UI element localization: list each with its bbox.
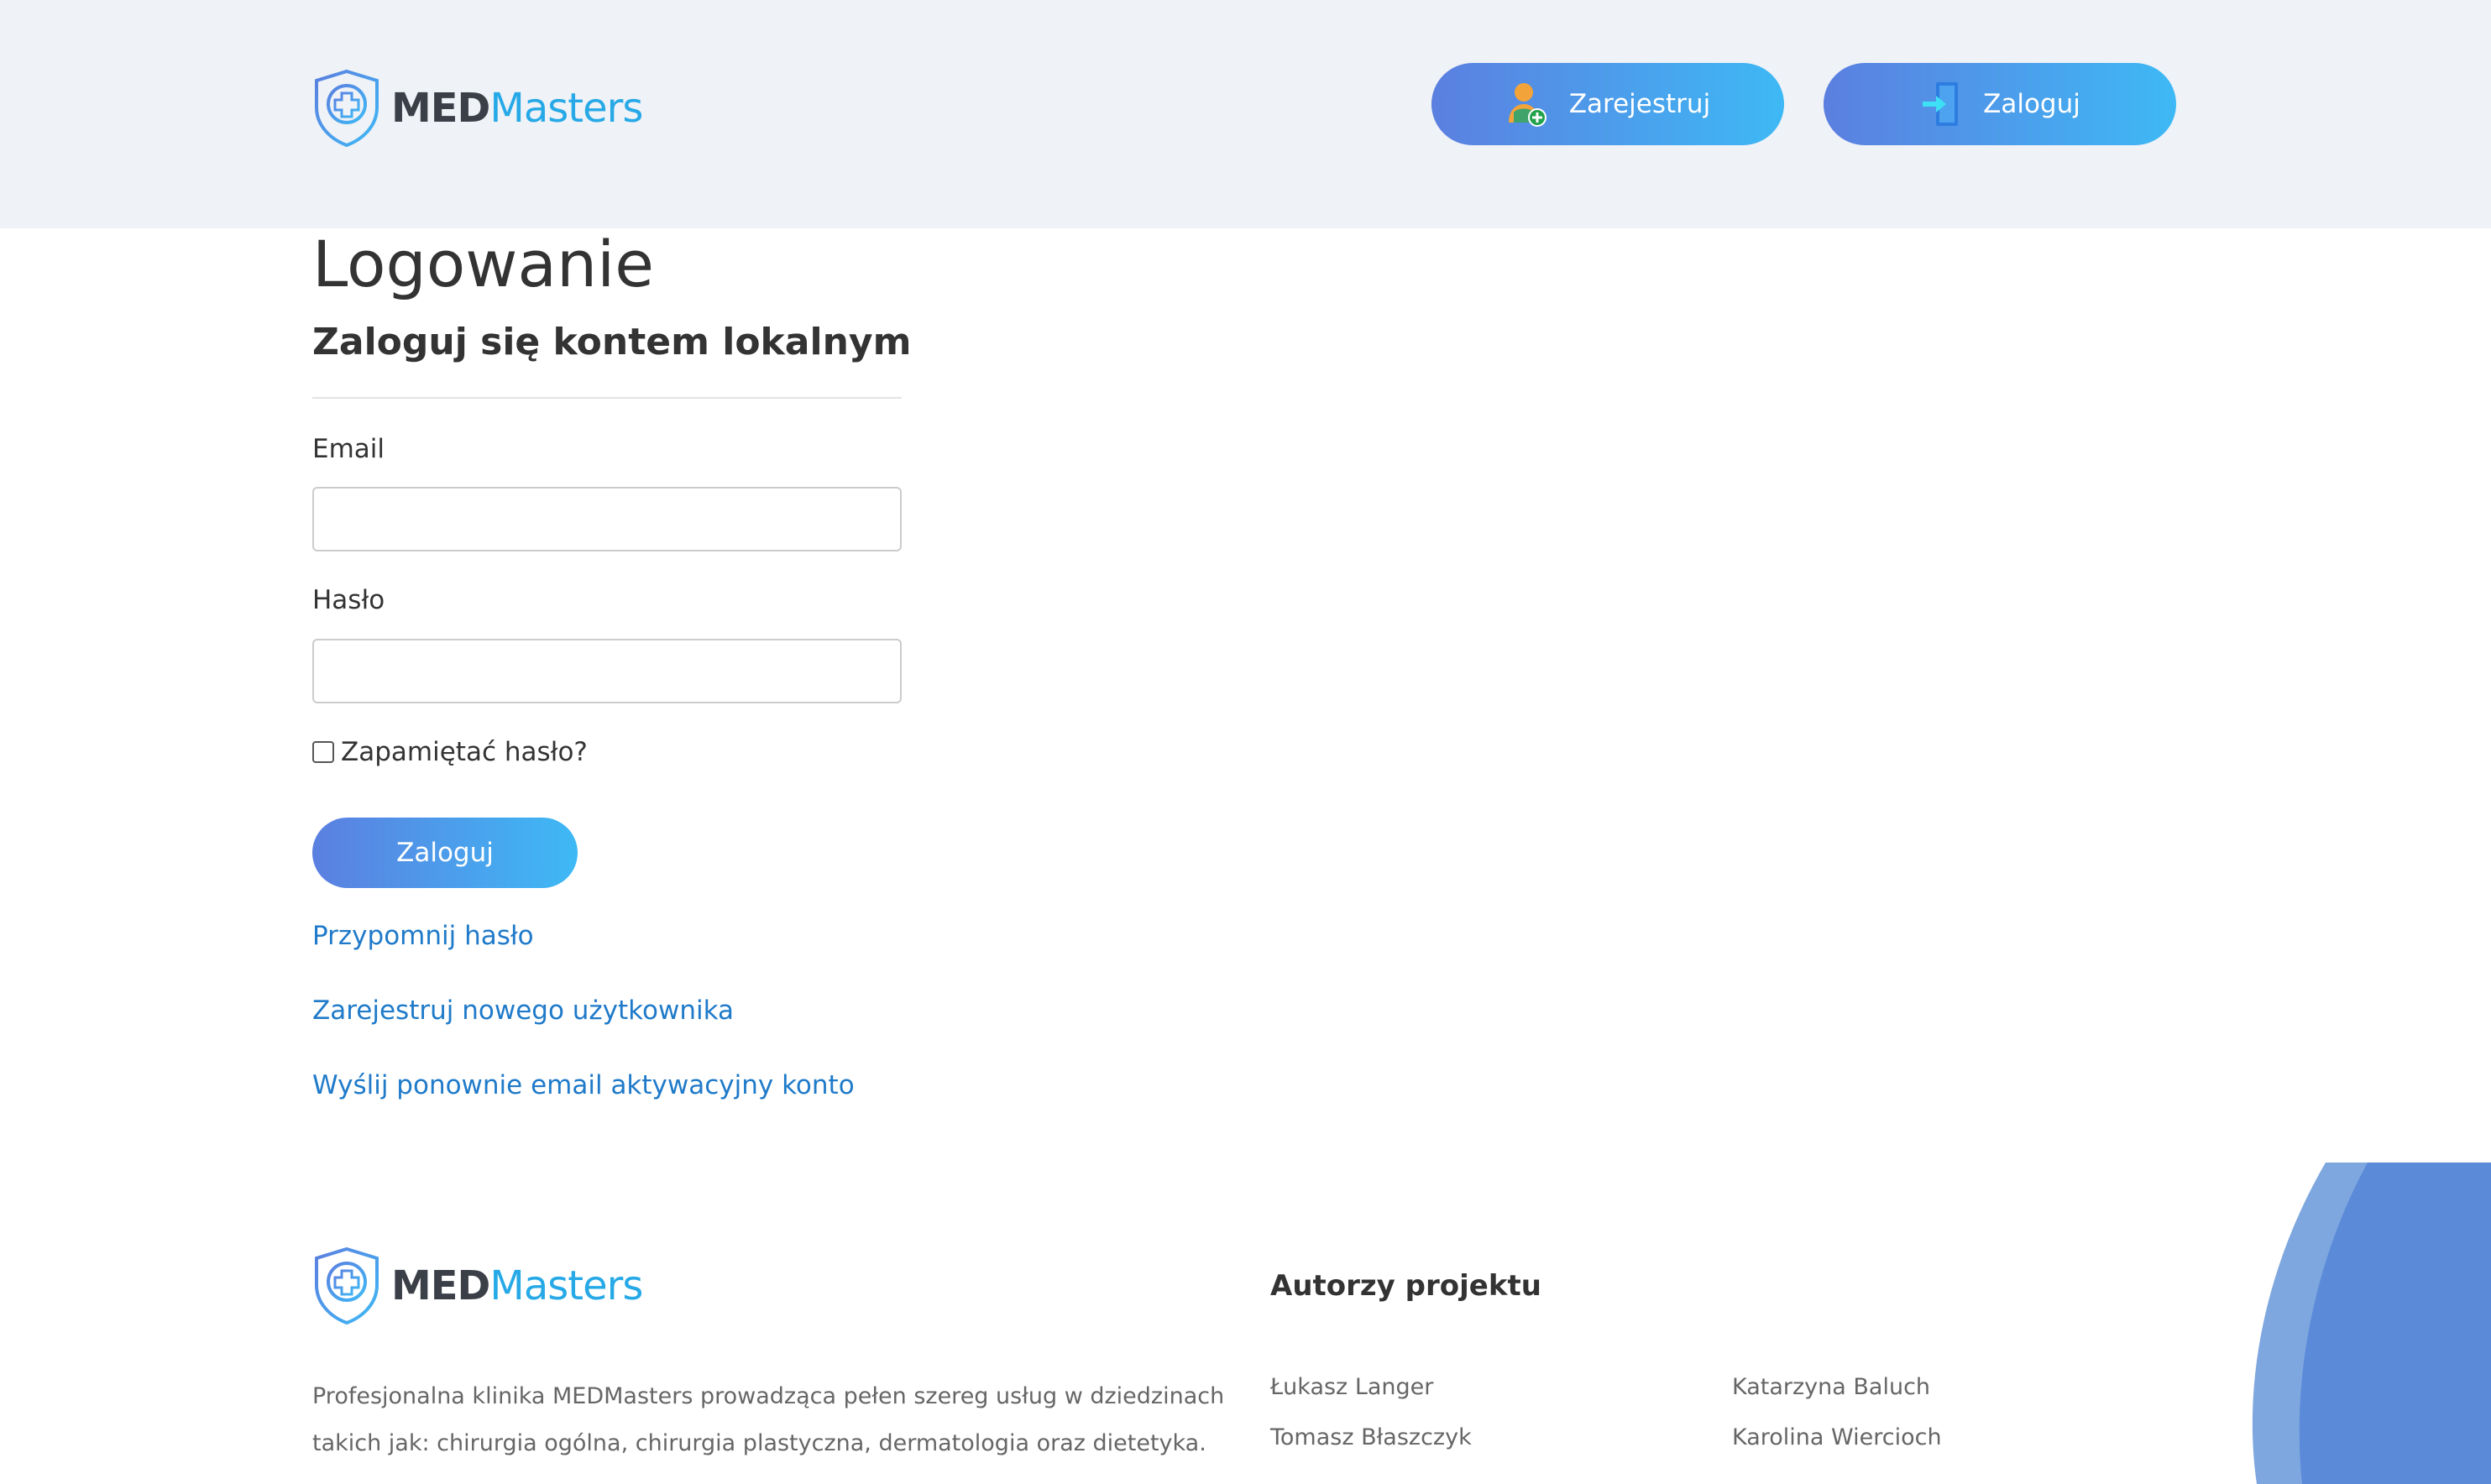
author-name: Łukasz Langer: [1270, 1374, 1434, 1400]
login-door-icon: [1923, 82, 1959, 126]
author-name: Karolina Wiercioch: [1732, 1424, 1942, 1450]
register-button-label: Zarejestruj: [1568, 89, 1711, 119]
page-subtitle: Zaloguj się kontem lokalnym: [312, 321, 912, 363]
author-name: Tomasz Błaszczyk: [1270, 1424, 1472, 1450]
register-new-user-link[interactable]: Zarejestruj nowego użytkownika: [312, 995, 734, 1026]
add-user-icon: [1508, 83, 1546, 127]
logo-part-med: MED: [391, 1262, 490, 1309]
register-button[interactable]: Zarejestruj: [1431, 63, 1784, 145]
authors-title: Autorzy projektu: [1270, 1269, 1541, 1303]
password-label: Hasło: [312, 585, 385, 615]
login-button[interactable]: Zaloguj: [1824, 63, 2176, 145]
login-button-label: Zaloguj: [1983, 89, 2080, 119]
email-label: Email: [312, 434, 385, 464]
divider: [312, 397, 902, 399]
shield-cross-icon: [315, 69, 379, 148]
footer-about-text: Profesjonalna klinika MEDMasters prowadz…: [312, 1383, 1225, 1456]
logo-part-med: MED: [391, 85, 490, 132]
logo-wordmark: MEDMasters: [391, 1266, 643, 1306]
email-field[interactable]: [312, 487, 902, 551]
footer-wave-decoration: [2252, 1163, 2491, 1484]
page-title: Logowanie: [312, 227, 655, 301]
password-field[interactable]: [312, 639, 902, 703]
header: MEDMasters Zarejestruj Zaloguj: [0, 0, 2491, 228]
remember-label[interactable]: Zapamiętać hasło?: [341, 737, 588, 767]
submit-login-button[interactable]: Zaloguj: [312, 818, 578, 888]
remember-checkbox[interactable]: [312, 741, 334, 763]
remember-me: Zapamiętać hasło?: [312, 737, 588, 767]
author-name: Katarzyna Baluch: [1732, 1374, 1931, 1400]
resend-activation-link[interactable]: Wyślij ponownie email aktywacyjny konto: [312, 1070, 855, 1100]
logo-part-masters: Masters: [489, 1262, 643, 1309]
footer-logo[interactable]: MEDMasters: [312, 1246, 643, 1325]
forgot-password-link[interactable]: Przypomnij hasło: [312, 921, 534, 951]
logo-wordmark: MEDMasters: [391, 88, 643, 128]
login-page: MEDMasters Zarejestruj Zaloguj Logowanie: [0, 0, 2491, 1484]
shield-cross-icon: [315, 1246, 379, 1325]
header-logo[interactable]: MEDMasters: [312, 69, 643, 148]
logo-part-masters: Masters: [489, 85, 643, 132]
